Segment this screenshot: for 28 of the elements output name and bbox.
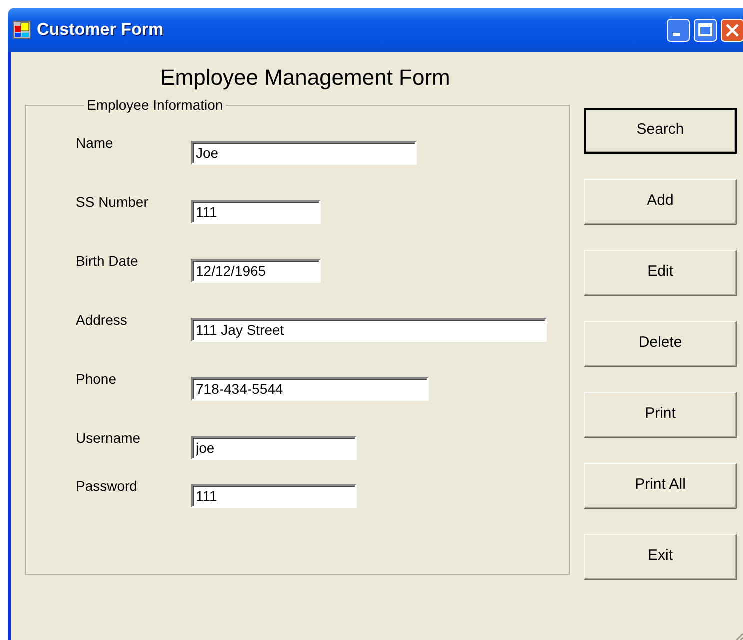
close-button[interactable]: [721, 18, 743, 42]
field-label: Birth Date: [76, 252, 140, 269]
minimize-button[interactable]: [667, 18, 690, 42]
action-button[interactable]: Print All: [584, 463, 737, 509]
text-field[interactable]: 718-434-5544: [191, 377, 429, 401]
field-label: Password: [76, 477, 138, 494]
text-field[interactable]: 111: [191, 200, 321, 224]
text-field[interactable]: 111 Jay Street: [191, 318, 547, 342]
group-title: Employee Information: [86, 97, 224, 113]
maximize-button[interactable]: [694, 18, 717, 42]
action-button[interactable]: Exit: [584, 534, 737, 580]
field-label: Name: [76, 134, 114, 151]
action-button[interactable]: Delete: [584, 321, 737, 367]
action-button[interactable]: Search: [584, 108, 737, 154]
window-title: Customer Form: [37, 20, 165, 40]
action-button[interactable]: Edit: [584, 250, 737, 296]
field-label: Username: [76, 429, 142, 446]
form-heading: Employee Management Form: [160, 64, 452, 91]
action-button[interactable]: Print: [584, 392, 737, 438]
app-icon: [13, 21, 31, 39]
action-button[interactable]: Add: [584, 179, 737, 225]
text-field[interactable]: joe: [191, 436, 357, 460]
field-label: Phone: [76, 370, 118, 387]
field-label: SS Number: [76, 193, 150, 210]
field-label: Address: [76, 311, 128, 328]
text-field[interactable]: 111: [191, 484, 357, 508]
text-field[interactable]: Joe: [191, 141, 417, 165]
text-field[interactable]: 12/12/1965: [191, 259, 321, 283]
